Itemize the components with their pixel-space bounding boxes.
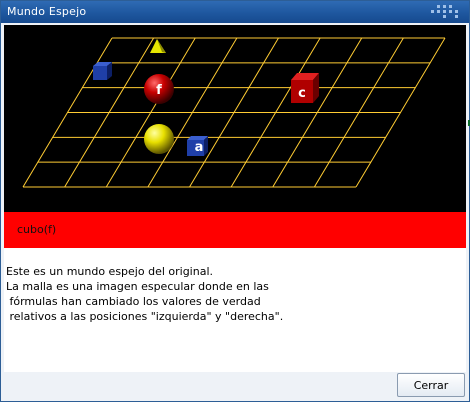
object-label-f: f [156,83,162,98]
yellow-pyramid-object[interactable] [150,39,166,53]
world-grid: f c a [22,37,446,188]
close-button[interactable]: Cerrar [397,373,465,397]
title-bar[interactable]: Mundo Espejo [1,1,469,23]
red-ball-object-f[interactable]: f [144,74,174,104]
blue-cube-object-a[interactable]: a [187,136,208,156]
description-line: La malla es una imagen especular donde e… [6,280,269,293]
window-title: Mundo Espejo [7,5,87,18]
object-label-c: c [298,86,306,101]
dialog-window: Mundo Espejo f c a cubo(f) Este es un mu… [0,0,470,402]
red-cube-object-c[interactable]: c [291,73,319,103]
grid-lines [22,37,446,188]
world-view[interactable]: f c a [4,25,466,212]
description-line: fórmulas han cambiado los valores de ver… [6,295,261,308]
title-grip-icon [431,5,461,19]
description-panel: Este es un mundo espejo del original. La… [4,248,466,372]
yellow-ball-object[interactable] [144,124,174,154]
description-line: relativos a las posiciones "izquierda" y… [6,310,284,323]
formula-text: cubo(f) [17,223,57,236]
button-bar: Cerrar [4,372,466,399]
blue-cube-object[interactable] [93,62,112,80]
formula-bar[interactable]: cubo(f) [4,212,466,248]
object-label-a: a [195,140,204,155]
description-line: Este es un mundo espejo del original. [6,265,214,278]
